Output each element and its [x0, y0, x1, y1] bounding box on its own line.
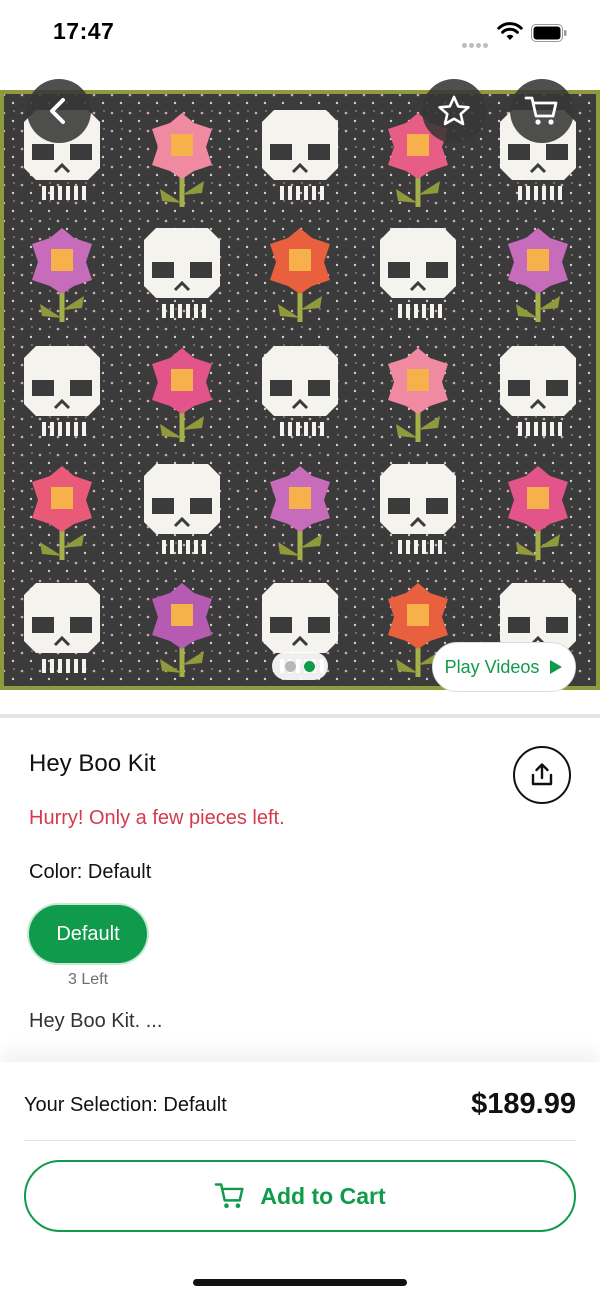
home-indicator[interactable]	[193, 1279, 407, 1286]
selection-value: Default	[163, 1094, 227, 1116]
status-bar: 17:47	[0, 0, 600, 66]
chevron-left-icon	[50, 98, 65, 124]
variant-option-default[interactable]: Default	[29, 905, 147, 963]
cart-icon	[524, 96, 558, 125]
add-to-cart-label: Add to Cart	[260, 1182, 386, 1209]
cart-icon	[215, 1183, 244, 1208]
your-selection: Your Selection: Default	[24, 1094, 227, 1117]
color-label: Color:	[29, 861, 83, 883]
carousel-page-indicator[interactable]	[272, 652, 328, 680]
color-selection-label: Color: Default	[29, 861, 151, 884]
signal-dots-icon	[462, 35, 490, 53]
share-button[interactable]	[513, 746, 571, 804]
back-button[interactable]	[27, 79, 91, 143]
product-description[interactable]: Hey Boo Kit. ...	[29, 1010, 162, 1033]
play-triangle-icon	[550, 660, 563, 674]
variant-stock-count: 3 Left	[67, 971, 109, 988]
purchase-panel: Your Selection: Default $189.99 Add to C…	[0, 1062, 600, 1299]
wifi-icon	[497, 22, 523, 40]
color-value: Default	[87, 861, 152, 883]
add-to-cart-button[interactable]: Add to Cart	[24, 1160, 576, 1232]
product-price: $189.99	[471, 1088, 576, 1120]
page-dot-active[interactable]	[304, 660, 315, 672]
favorite-button[interactable]	[422, 79, 486, 143]
selection-label: Your Selection:	[24, 1094, 158, 1116]
battery-icon	[531, 24, 567, 42]
variant-label: Default	[56, 922, 120, 945]
product-image-carousel[interactable]	[0, 90, 600, 690]
star-outline-icon	[438, 95, 470, 126]
play-videos-button[interactable]: Play Videos	[432, 642, 576, 692]
panel-divider	[24, 1140, 576, 1141]
low-stock-message: Hurry! Only a few pieces left.	[29, 807, 285, 829]
product-title: Hey Boo Kit	[29, 750, 156, 777]
page-dot[interactable]	[285, 660, 296, 672]
section-divider	[0, 714, 600, 718]
play-videos-label: Play Videos	[444, 656, 540, 677]
status-time: 17:47	[53, 18, 115, 44]
cart-button[interactable]	[510, 79, 574, 143]
share-upload-icon	[531, 763, 553, 786]
quilt-product-image	[0, 90, 600, 690]
